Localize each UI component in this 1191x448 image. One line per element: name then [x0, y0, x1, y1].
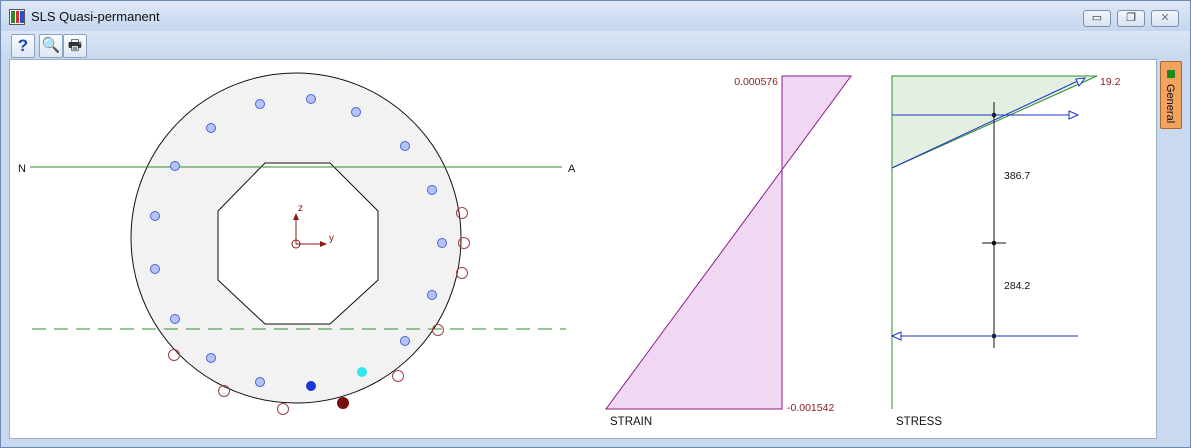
general-tab-marker [1167, 70, 1175, 78]
help-icon: ? [17, 36, 29, 55]
stress-label: STRESS [896, 416, 942, 428]
general-tab-label: General [1164, 84, 1176, 124]
cross-section: N A z y [18, 72, 576, 415]
rebar-bar [277, 403, 289, 415]
rebar-bar [351, 107, 361, 117]
drawing-canvas: N A z y 0.000576 -0.001542 STRAIN 19.2 S… [9, 59, 1157, 439]
print-preview-button[interactable]: 🔍 [39, 34, 63, 58]
rebar-bar [218, 385, 230, 397]
title-bar: SLS Quasi-permanent ▭ ❐ ✕ [1, 1, 1190, 31]
print-preview-icon: 🔍 [41, 37, 61, 54]
print-button[interactable]: 🖶 [63, 34, 87, 58]
neutral-axis-label-left: N [18, 163, 26, 175]
rebar-bar [150, 264, 160, 274]
stress-diagram: 19.2 STRESS 386.7 284.2 [890, 75, 1121, 428]
rebar-bar [392, 370, 404, 382]
rebar-bar [206, 353, 216, 363]
strain-label: STRAIN [610, 416, 652, 428]
rebar-bar [400, 141, 410, 151]
neutral-axis-label-right: A [568, 163, 576, 175]
rebar-bar [150, 211, 160, 221]
close-button[interactable]: ✕ [1151, 10, 1179, 27]
rebar-bar [432, 324, 444, 336]
rebar-bar-highlight-red [337, 397, 349, 409]
app-icon [9, 9, 25, 25]
general-tab[interactable]: General [1160, 61, 1182, 129]
rebar-bar [206, 123, 216, 133]
minimize-button[interactable]: ▭ [1083, 10, 1111, 27]
z-axis-label: z [298, 203, 303, 214]
rebar-bar [400, 336, 410, 346]
lever-upper-value: 386.7 [1004, 170, 1030, 182]
rebar-bar [456, 267, 468, 279]
rebar-bar [170, 314, 180, 324]
restore-button[interactable]: ❐ [1117, 10, 1145, 27]
rebar-bar [437, 238, 447, 248]
rebar-bar [306, 94, 316, 104]
strain-area [605, 75, 852, 410]
rebar-bar [168, 349, 180, 361]
rebar-bar [255, 99, 265, 109]
strain-diagram: 0.000576 -0.001542 STRAIN [605, 75, 852, 428]
window-title: SLS Quasi-permanent [31, 9, 160, 24]
rebar-bar-highlight-cyan [357, 367, 367, 377]
rebar-bar [427, 185, 437, 195]
lever-lower-value: 284.2 [1004, 280, 1030, 292]
help-button[interactable]: ? [11, 34, 35, 58]
rebar-bar [427, 290, 437, 300]
y-axis-label: y [329, 233, 334, 244]
rebar-bar-highlight-blue [306, 381, 316, 391]
rebar-bar [255, 377, 265, 387]
diagram-svg: N A z y 0.000576 -0.001542 STRAIN 19.2 S… [18, 72, 1121, 428]
strain-bottom-value: -0.001542 [787, 402, 834, 414]
printer-icon: 🖶 [67, 37, 83, 54]
sls-window: SLS Quasi-permanent ▭ ❐ ✕ ? 🔍 🖶 N A z y … [0, 0, 1191, 448]
toolbar: ? 🔍 🖶 [1, 31, 1190, 59]
stress-top-value: 19.2 [1100, 76, 1121, 88]
rebar-bar [170, 161, 180, 171]
strain-top-value: 0.000576 [734, 76, 778, 88]
